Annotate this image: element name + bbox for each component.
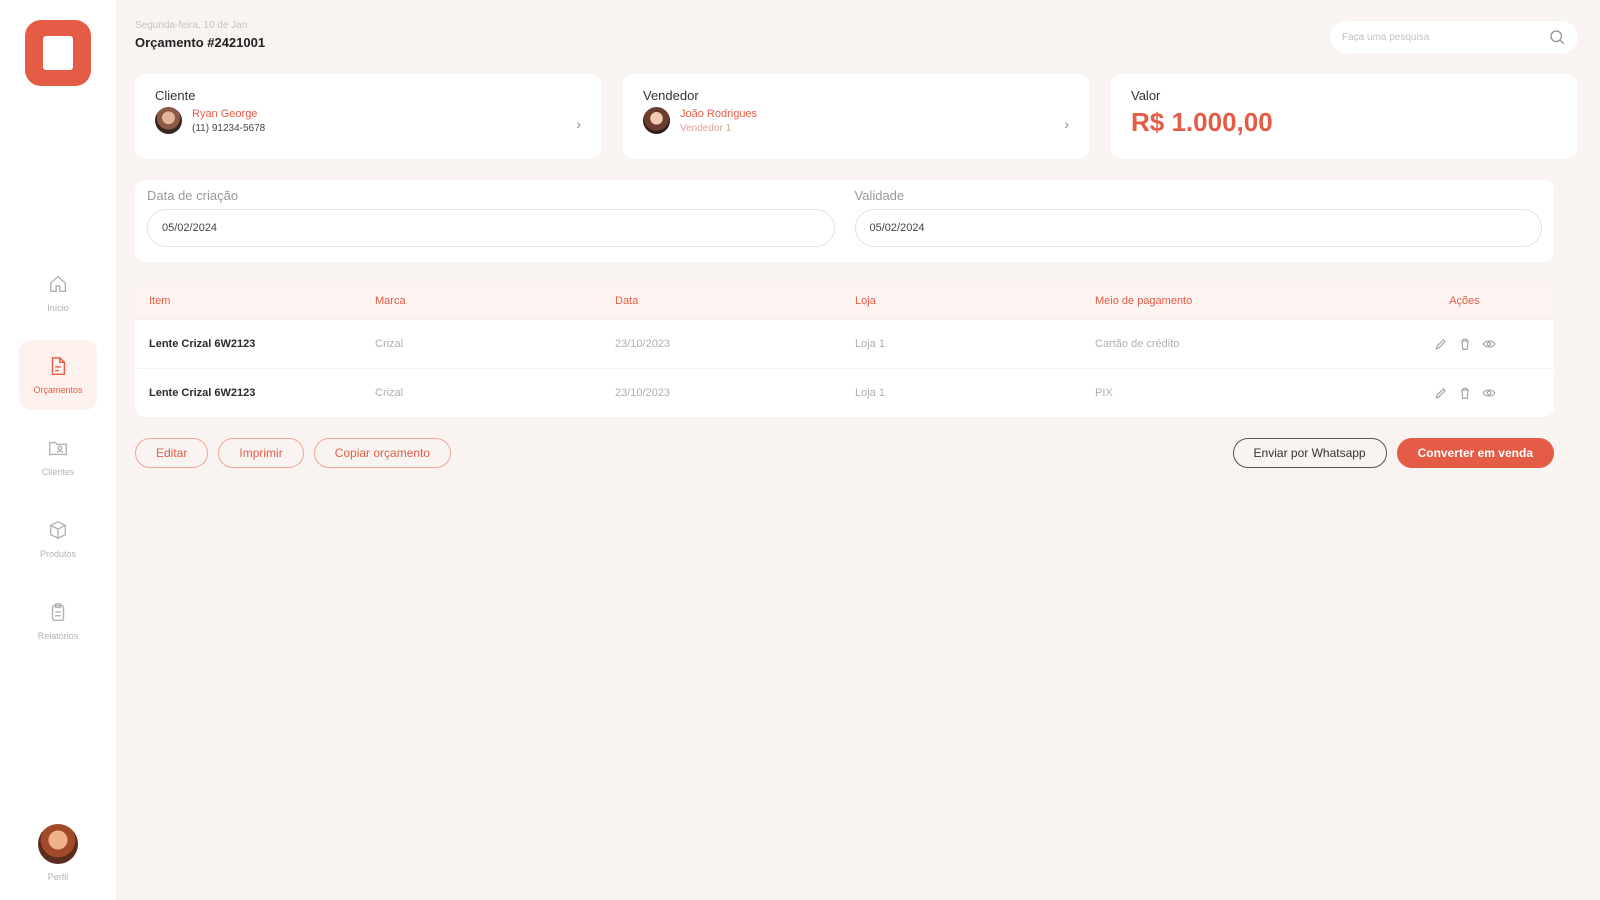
column-header-acoes: Ações (1449, 295, 1480, 307)
dates-panel: Data de criação Validade (135, 180, 1554, 262)
cell-pagamento: Cartão de crédito (1095, 338, 1180, 350)
search-icon[interactable] (1548, 28, 1566, 46)
edit-button[interactable]: Editar (135, 438, 209, 468)
sidebar-item-home[interactable]: Início (19, 258, 97, 328)
search-input[interactable] (1342, 31, 1548, 43)
chevron-right-icon[interactable]: › (576, 116, 581, 132)
row-actions (1375, 337, 1554, 351)
cell-item: Lente Crizal 6W2123 (149, 338, 256, 350)
sidebar-item-orcamentos[interactable]: Orçamentos (19, 340, 97, 410)
client-avatar (155, 107, 182, 134)
trash-icon[interactable] (1458, 337, 1472, 351)
summary-cards: Cliente Ryan George (11) 91234-5678 › Ve… (135, 74, 1577, 159)
client-phone: (11) 91234-5678 (192, 122, 266, 134)
convert-to-sale-button[interactable]: Converter em venda (1396, 438, 1554, 468)
date-subtitle: Segunda-feira, 10 de Jan (135, 20, 248, 31)
seller-card[interactable]: Vendedor João Rodrigues Vendedor 1 › (623, 74, 1089, 159)
seller-role: Vendedor 1 (680, 122, 732, 134)
sidebar-nav: Início Orçamentos Clientes Produtos Rela… (19, 258, 97, 656)
sidebar-item-relatorios[interactable]: Relatórios (19, 586, 97, 656)
edit-icon[interactable] (1434, 337, 1448, 351)
print-button[interactable]: Imprimir (218, 438, 304, 468)
app-logo[interactable] (25, 20, 91, 86)
sidebar-item-label: Relatórios (37, 631, 79, 641)
table-row[interactable]: Lente Crizal 6W2123 Crizal 23/10/2023 Lo… (135, 368, 1554, 417)
profile[interactable]: Perfil (38, 824, 78, 882)
search-bar[interactable] (1330, 21, 1578, 53)
row-actions (1375, 386, 1554, 400)
cell-marca: Crizal (375, 387, 404, 399)
cell-pagamento: PIX (1095, 387, 1113, 399)
cell-data: 23/10/2023 (615, 338, 671, 350)
column-header-loja: Loja (855, 295, 876, 307)
page-title: Orçamento #2421001 (135, 35, 266, 50)
cell-data: 23/10/2023 (615, 387, 671, 399)
home-icon (49, 275, 67, 293)
client-card[interactable]: Cliente Ryan George (11) 91234-5678 › (135, 74, 601, 159)
document-icon (51, 357, 66, 375)
sidebar: Início Orçamentos Clientes Produtos Rela… (0, 0, 116, 900)
card-title: Cliente (155, 88, 196, 103)
validity-date-field: Validade (854, 188, 1542, 254)
profile-label: Perfil (47, 872, 69, 882)
page-header: Segunda-feira, 10 de Jan Orçamento #2421… (135, 20, 265, 50)
sidebar-item-label: Orçamentos (33, 385, 83, 395)
table-row[interactable]: Lente Crizal 6W2123 Crizal 23/10/2023 Lo… (135, 319, 1554, 368)
total-value: R$ 1.000,00 (1131, 107, 1273, 137)
cell-loja: Loja 1 (855, 387, 885, 399)
folder-user-icon (49, 441, 67, 456)
column-header-item: Item (149, 295, 171, 307)
cell-marca: Crizal (375, 338, 404, 350)
sidebar-item-clientes[interactable]: Clientes (19, 422, 97, 492)
created-date-label: Data de criação (147, 188, 239, 203)
validity-date-label: Validade (854, 188, 905, 203)
cell-item: Lente Crizal 6W2123 (149, 387, 256, 399)
column-header-marca: Marca (375, 295, 406, 307)
validity-date-input[interactable] (854, 209, 1542, 247)
box-icon (49, 520, 67, 540)
seller-name: João Rodrigues (680, 107, 758, 120)
trash-icon[interactable] (1458, 386, 1472, 400)
client-name: Ryan George (192, 107, 258, 120)
value-card: Valor R$ 1.000,00 (1111, 74, 1577, 159)
sidebar-item-label: Produtos (39, 549, 77, 559)
sidebar-item-label: Clientes (41, 467, 75, 477)
cell-loja: Loja 1 (855, 338, 885, 350)
eye-icon[interactable] (1481, 337, 1496, 351)
copy-quote-button[interactable]: Copiar orçamento (313, 438, 452, 468)
chevron-right-icon[interactable]: › (1064, 116, 1069, 132)
clipboard-icon (51, 603, 65, 621)
sidebar-item-produtos[interactable]: Produtos (19, 504, 97, 574)
eye-icon[interactable] (1481, 386, 1496, 400)
card-title: Valor (1131, 88, 1161, 103)
column-header-data: Data (615, 295, 639, 307)
whatsapp-button[interactable]: Enviar por Whatsapp (1232, 438, 1387, 468)
main-content: Segunda-feira, 10 de Jan Orçamento #2421… (116, 0, 1600, 900)
items-table: Item Marca Data Loja Meio de pagamento A… (135, 283, 1554, 417)
created-date-input[interactable] (147, 209, 835, 247)
avatar[interactable] (38, 824, 78, 864)
card-title: Vendedor (643, 88, 699, 103)
seller-avatar (643, 107, 670, 134)
created-date-field: Data de criação (147, 188, 835, 254)
sidebar-item-label: Início (47, 303, 69, 313)
table-header: Item Marca Data Loja Meio de pagamento A… (135, 283, 1554, 319)
edit-icon[interactable] (1434, 386, 1448, 400)
column-header-pagamento: Meio de pagamento (1095, 295, 1193, 307)
action-bar: Editar Imprimir Copiar orçamento Enviar … (135, 438, 1554, 468)
